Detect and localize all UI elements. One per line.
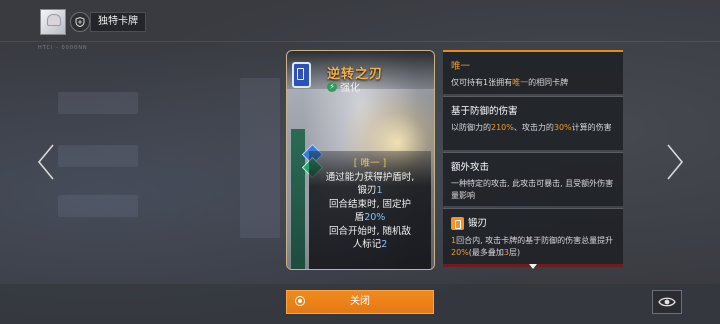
meta-text: HTCI - 0000NN (38, 45, 88, 51)
bg-ghost (58, 92, 138, 114)
close-label: 关闭 (350, 296, 370, 307)
bg-ghost (58, 145, 138, 167)
info-panel-forge-blade: 锻刃 1回合内, 攻击卡牌的基于防御的伤害总量提升20%(最多叠加3层) (443, 208, 623, 264)
next-arrow-icon[interactable] (664, 142, 686, 182)
desc-line: 锻刃1 (357, 185, 383, 196)
card-type: ⚡ 强化 (327, 79, 360, 94)
divider (0, 41, 720, 42)
skill-card[interactable]: 逆转之刃 ⚡ 强化 [ 唯一 ] 通过能力获得护盾时, 锻刃1 回合结束时, 固… (286, 50, 435, 270)
desc-line: 回合结束时, 固定护 (328, 198, 412, 210)
card-stripe (291, 129, 305, 269)
forge-blade-icon (451, 217, 464, 230)
shield-icon[interactable] (70, 12, 90, 32)
bolt-icon: ⚡ (327, 81, 337, 92)
panel-title: 基于防御的伤害 (451, 106, 518, 117)
top-bar: 独特卡牌 (0, 0, 720, 40)
desc-line: 人标记2 (352, 239, 388, 250)
panel-title: 锻刃 (451, 215, 615, 230)
prev-arrow-icon[interactable] (35, 142, 57, 182)
info-panel-extra-attack: 额外攻击 一种特定的攻击, 此攻击可暴击, 且受额外伤害量影响 (443, 152, 623, 206)
info-panel-defense-damage: 基于防御的伤害 以防御力的210%、攻击力的30%计算的伤害 (443, 96, 623, 150)
bg-ghost (58, 195, 138, 217)
desc-line: 回合开始时, 随机敌 (328, 225, 412, 237)
card-cost-icon (292, 62, 311, 88)
info-panel-unique: 唯一 仅可持有1张拥有唯一的相同卡牌 (443, 50, 623, 94)
panel-body: 仅可持有1张拥有唯一的相同卡牌 (451, 78, 569, 87)
panel-body: 1回合内, 攻击卡牌的基于防御的伤害总量提升20%(最多叠加3层) (451, 236, 614, 257)
scroll-down-icon[interactable] (529, 264, 537, 269)
rarity-tag: [ 唯一 ] (353, 158, 387, 169)
card-type-label: 强化 (340, 83, 360, 94)
desc-line: 通过能力获得护盾时, (325, 171, 415, 183)
close-button[interactable]: 关闭 (286, 290, 434, 314)
desc-line: 盾20% (354, 212, 386, 223)
panel-title: 额外攻击 (451, 162, 490, 173)
avatar[interactable] (40, 9, 66, 35)
panel-body: 一种特定的攻击, 此攻击可暴击, 且受额外伤害量影响 (451, 179, 614, 200)
bg-ghost (240, 78, 280, 238)
eye-icon[interactable] (652, 290, 682, 314)
panel-body: 以防御力的210%、攻击力的30%计算的伤害 (451, 123, 612, 132)
card-description: [ 唯一 ] 通过能力获得护盾时, 锻刃1 回合结束时, 固定护 盾20% 回合… (309, 151, 431, 269)
page-title: 独特卡牌 (90, 12, 146, 32)
panel-title: 唯一 (451, 61, 471, 72)
circle-icon (295, 296, 305, 306)
